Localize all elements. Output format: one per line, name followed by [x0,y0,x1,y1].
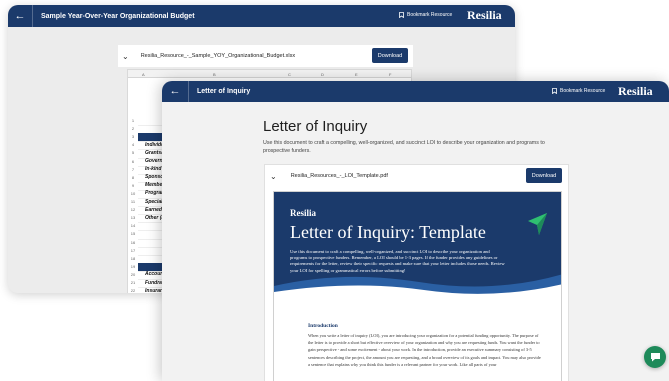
row-number: 13 [130,215,136,221]
row-number: 3 [131,134,135,140]
column-header: B [213,72,216,77]
decorative-wave [274,274,561,302]
loi-top-bar: ← Letter of Inquiry Bookmark Resource Re… [162,81,669,102]
row-number: 7 [131,166,135,172]
brand-logo: Resilia [618,84,653,98]
budget-top-bar: ← Sample Year-Over-Year Organizational B… [8,5,515,27]
row-number: 12 [130,207,136,213]
bookmark-resource-button[interactable]: Bookmark Resource [399,12,452,18]
row-number: 5 [131,150,135,156]
row-number: 19 [130,263,136,269]
download-button[interactable]: Download [526,168,562,183]
back-arrow-icon[interactable]: ← [162,86,188,97]
bookmark-label: Bookmark Resource [560,88,606,94]
row-number: 18 [130,255,136,261]
row-number: 17 [130,247,136,253]
column-header: F [389,72,392,77]
page-description: Use this document to craft a compelling,… [263,140,545,154]
row-number: 20 [130,271,136,277]
row-number: 8 [131,174,135,180]
section-heading: Introduction [308,323,338,329]
chevron-down-icon[interactable]: ⌄ [122,52,129,61]
column-header: E [355,72,358,77]
row-number: 9 [131,182,135,188]
row-number: 21 [130,280,136,285]
column-header: D [321,72,324,77]
divider [32,5,33,27]
row-number: 14 [130,223,136,229]
bookmark-icon [399,12,404,18]
paper-plane-icon [528,213,547,235]
column-header: A [142,72,145,77]
bookmark-icon [552,88,557,94]
file-viewer-header: ⌄ Resilia_Resources_-_LOI_Template.pdf D… [265,165,568,187]
row-number: 2 [131,126,135,132]
page-title: Letter of Inquiry [263,118,368,135]
pdf-page: Resilia Letter of Inquiry: Template Use … [273,191,562,381]
chat-icon [650,353,660,362]
bookmark-resource-button[interactable]: Bookmark Resource [552,88,605,94]
back-arrow-icon[interactable]: ← [8,10,32,22]
section-body: When you write a letter of inquiry (LOI)… [308,333,541,367]
file-viewer-header: ⌄ Resilia_Resource_-_Sample_YOY_Organiza… [118,45,413,67]
file-name: Resilia_Resources_-_LOI_Template.pdf [290,173,388,179]
file-name: Resilia_Resource_-_Sample_YOY_Organizati… [140,53,296,59]
row-number: 15 [130,231,136,237]
row-number: 6 [131,158,135,164]
divider [188,81,189,102]
chevron-down-icon[interactable]: ⌄ [270,172,277,181]
window-title: Sample Year-Over-Year Organizational Bud… [41,12,195,20]
window-title: Letter of Inquiry [197,88,251,95]
column-header: C [288,72,291,77]
brand-logo: Resilia [467,8,502,22]
document-title: Letter of Inquiry: Template [290,222,486,242]
column-header-row: A B C D E F [128,70,411,78]
row-number: 22 [130,288,136,293]
pdf-viewer[interactable]: ⌄ Resilia_Resources_-_LOI_Template.pdf D… [264,164,569,381]
document-brand: Resilia [290,208,316,218]
row-number: 11 [130,199,136,204]
row-number: 1 [131,118,135,123]
download-button[interactable]: Download [372,48,408,63]
bookmark-label: Bookmark Resource [407,12,453,18]
row-number: 4 [131,142,135,148]
row-number: 10 [130,190,136,196]
document-hero: Resilia Letter of Inquiry: Template Use … [274,192,561,302]
chat-button[interactable] [644,346,666,368]
row-number: 16 [130,239,136,245]
loi-window: ← Letter of Inquiry Bookmark Resource Re… [162,81,669,381]
